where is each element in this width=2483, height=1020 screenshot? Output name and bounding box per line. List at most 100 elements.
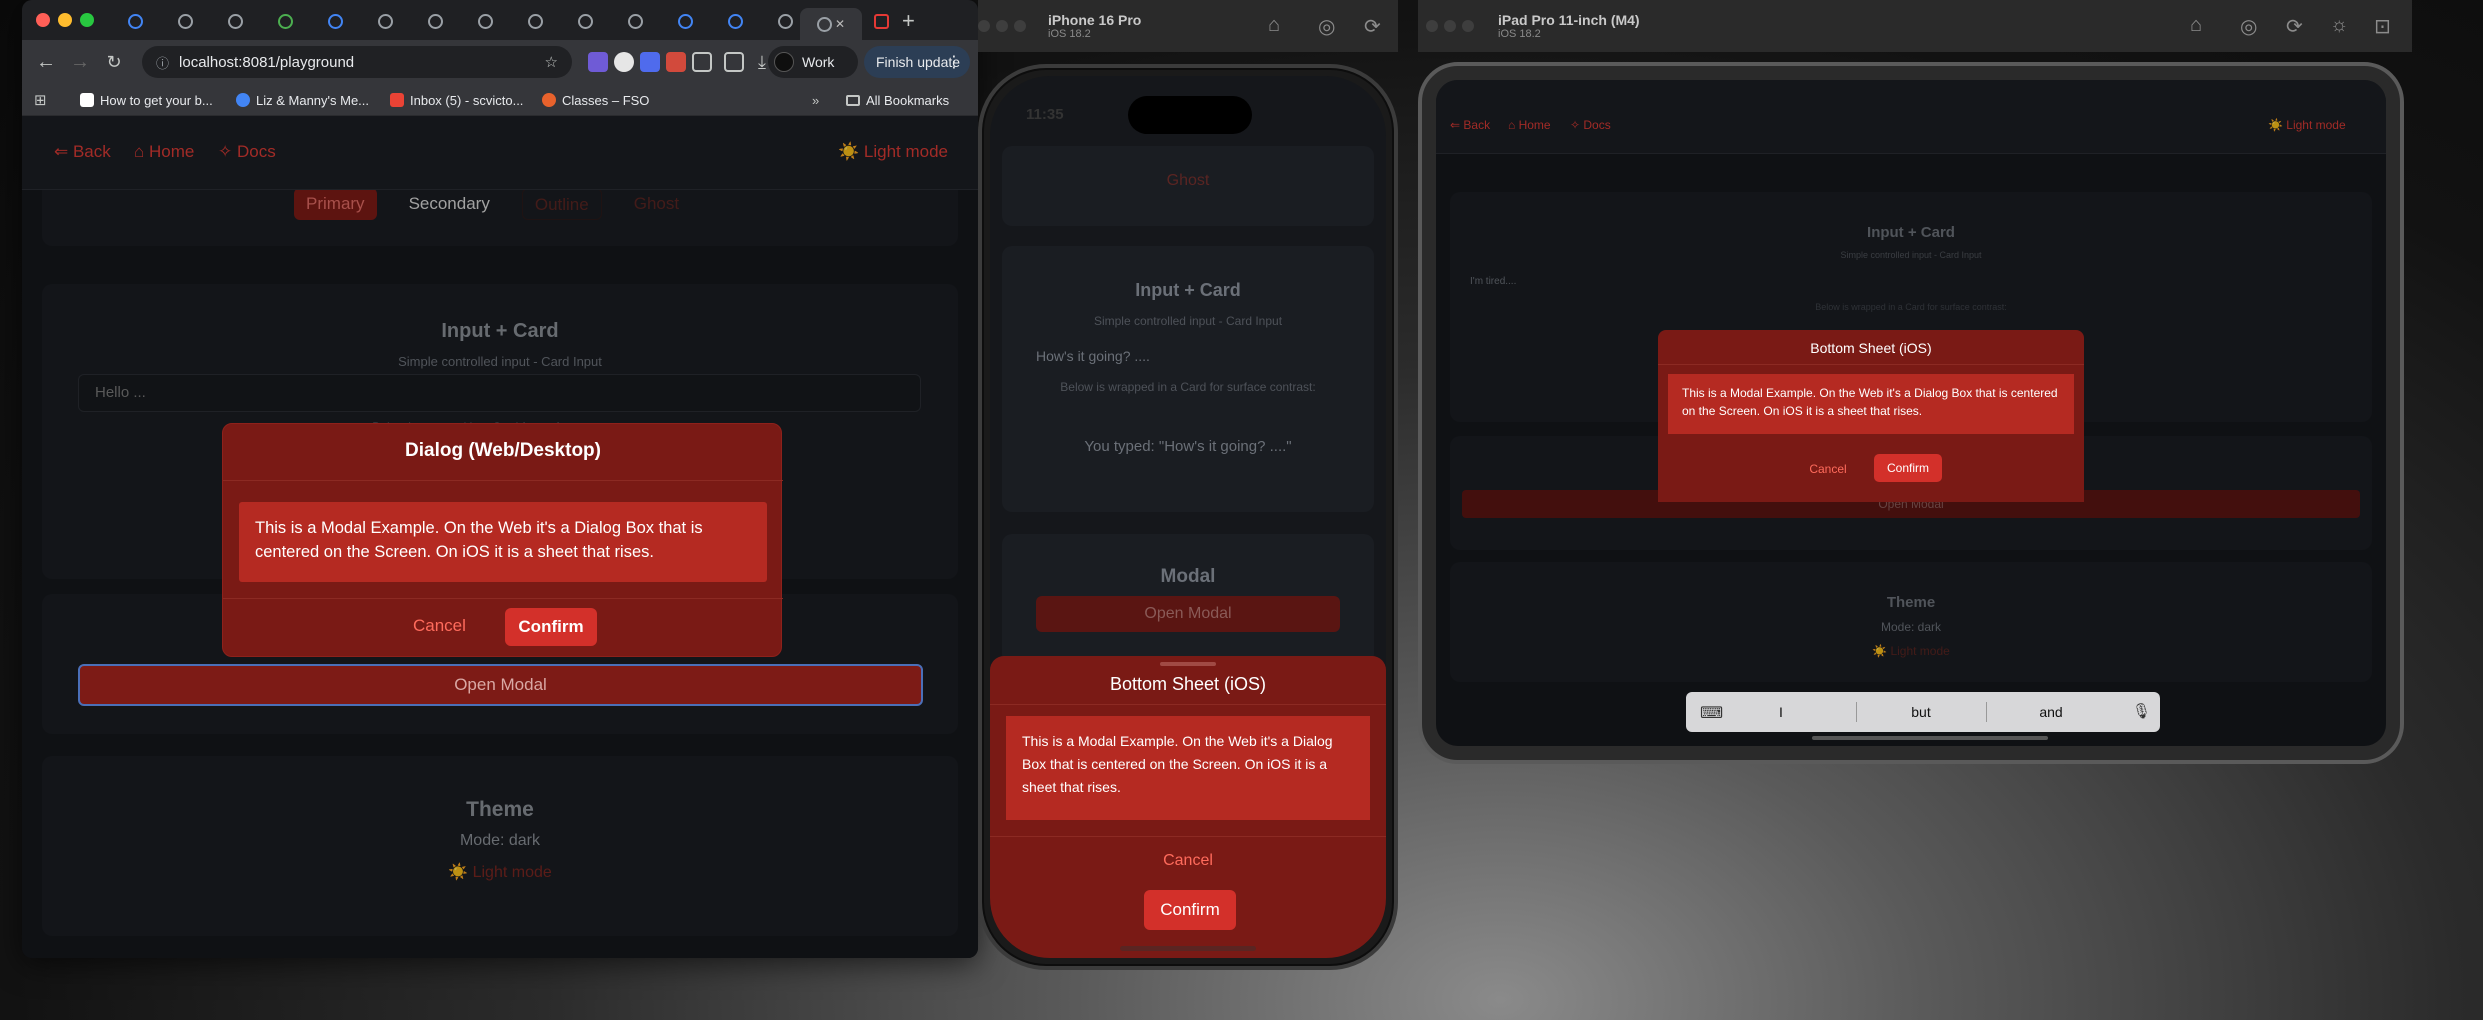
settings-icon[interactable]: ⊡	[2374, 14, 2391, 39]
profile-label: Work	[802, 54, 835, 70]
close-tab-icon[interactable]: ✕	[835, 17, 845, 31]
extensions-puzzle-icon[interactable]	[692, 52, 712, 72]
bookmark-star-icon[interactable]: ☆	[545, 53, 558, 71]
new-tab-button[interactable]: +	[902, 8, 915, 34]
browser-tab[interactable]	[464, 8, 506, 34]
browser-tab[interactable]	[414, 8, 456, 34]
minimize-window-button[interactable]	[996, 20, 1008, 32]
sheet-grabber[interactable]	[1160, 662, 1216, 666]
minimize-window-button[interactable]	[58, 13, 72, 27]
cancel-button[interactable]: Cancel	[1798, 462, 1858, 476]
open-modal-button[interactable]: Open Modal	[78, 664, 923, 706]
extension-icon[interactable]	[666, 52, 686, 72]
reload-icon[interactable]: ↻	[102, 50, 126, 74]
ipad-screen: ⇐ Back ⌂ Home ✧ Docs ☀️ Light mode Input…	[1436, 80, 2386, 746]
active-browser-tab[interactable]: ✕	[800, 8, 862, 40]
confirm-button[interactable]: Confirm	[1874, 454, 1942, 482]
browser-tab[interactable]	[564, 8, 606, 34]
suggestion-item[interactable]: I	[1736, 704, 1826, 720]
tab-search-icon[interactable]	[724, 52, 744, 72]
confirm-button[interactable]: Confirm	[505, 608, 597, 646]
web-app-viewport: Primary Secondary Outline Ghost ⇐ Back ⌂…	[22, 116, 978, 958]
forward-arrow-icon[interactable]: →	[68, 50, 92, 74]
iphone-sim-name: iPhone 16 Pro	[1048, 12, 1142, 28]
modal-title: Modal	[1160, 566, 1216, 587]
close-window-button[interactable]	[1426, 20, 1438, 32]
extension-icon[interactable]	[614, 52, 634, 72]
more-bookmarks-button[interactable]: »	[812, 90, 819, 110]
maximize-window-button[interactable]	[1462, 20, 1474, 32]
rotate-icon[interactable]: ⟳	[2286, 14, 2303, 39]
open-modal-button[interactable]: Open Modal	[1036, 596, 1340, 632]
divider	[1658, 364, 2084, 365]
cancel-button[interactable]: Cancel	[990, 852, 1386, 870]
suggestion-item[interactable]: but	[1876, 704, 1966, 720]
cancel-button[interactable]: Cancel	[413, 616, 466, 636]
bookmark-item[interactable]: Inbox (5) - scvicto...	[390, 90, 523, 110]
browser-tab[interactable]	[164, 8, 206, 34]
tab-favicon-icon	[627, 13, 643, 29]
close-window-button[interactable]	[36, 13, 50, 27]
browser-tab[interactable]	[214, 8, 256, 34]
youtube-icon	[873, 13, 889, 29]
browser-tab[interactable]	[714, 8, 756, 34]
folder-icon	[846, 94, 860, 106]
screenshot-icon[interactable]: ◎	[1318, 14, 1335, 39]
tab-favicon-icon	[816, 16, 832, 32]
browser-tab[interactable]	[664, 8, 706, 34]
apps-grid-icon[interactable]: ⊞	[34, 90, 47, 110]
dialog-title: Dialog (Web/Desktop)	[405, 440, 601, 461]
close-window-button[interactable]	[978, 20, 990, 32]
ipad-sim-os: iOS 18.2	[1498, 28, 1541, 40]
divider	[1856, 702, 1857, 722]
suggestion-item[interactable]: and	[2006, 704, 2096, 720]
extension-icon[interactable]	[640, 52, 660, 72]
bookmark-item[interactable]: Classes – FSO	[542, 90, 649, 110]
iphone-screen: 11:35 Ghost Input + Card Simple controll…	[990, 76, 1386, 958]
browser-tab[interactable]	[314, 8, 356, 34]
all-bookmarks-button[interactable]: All Bookmarks	[846, 90, 949, 110]
microphone-icon[interactable]: 🎙	[2132, 702, 2151, 720]
confirm-button[interactable]: Confirm	[1144, 890, 1236, 930]
home-icon[interactable]: ⌂	[1268, 14, 1280, 37]
ghost-button[interactable]: Ghost	[1002, 172, 1374, 190]
back-arrow-icon[interactable]: ←	[34, 50, 58, 74]
input-card-title: Input + Card	[1135, 280, 1241, 300]
menu-kebab-icon[interactable]: ⋮	[946, 52, 962, 72]
tab-favicon-icon	[777, 13, 793, 29]
dialog-body: This is a Modal Example. On the Web it's…	[239, 502, 767, 582]
maximize-window-button[interactable]	[1014, 20, 1026, 32]
address-bar[interactable]: ⓘ localhost:8081/playground ☆	[142, 46, 572, 78]
profile-button[interactable]: Work	[768, 46, 858, 78]
browser-toolbar: ← → ↻ ⓘ localhost:8081/playground ☆ ⤓ Wo…	[22, 40, 978, 84]
site-info-icon[interactable]: ⓘ	[156, 53, 169, 72]
ipad-device: ⇐ Back ⌂ Home ✧ Docs ☀️ Light mode Input…	[1418, 62, 2404, 764]
bookmark-favicon-icon	[80, 93, 94, 107]
tab-favicon-icon	[377, 13, 393, 29]
brightness-icon[interactable]: ☼	[2330, 14, 2348, 37]
browser-tab[interactable]	[860, 8, 902, 34]
rotate-icon[interactable]: ⟳	[1364, 14, 1381, 39]
browser-tab[interactable]	[364, 8, 406, 34]
bookmark-label: How to get your b...	[100, 92, 213, 108]
browser-tab[interactable]	[114, 8, 156, 34]
bookmark-favicon-icon	[542, 93, 556, 107]
keyboard-suggestion-bar: ⌨ I but and 🎙	[1686, 692, 2160, 732]
finish-update-button[interactable]: Finish update ⋮	[864, 46, 970, 78]
bookmark-item[interactable]: Liz & Manny's Me...	[236, 90, 369, 110]
browser-tab[interactable]	[514, 8, 556, 34]
extension-icon[interactable]	[588, 52, 608, 72]
tab-favicon-icon	[277, 13, 293, 29]
browser-tab[interactable]	[264, 8, 306, 34]
browser-tab[interactable]	[614, 8, 656, 34]
bookmark-item[interactable]: How to get your b...	[80, 90, 213, 110]
maximize-window-button[interactable]	[80, 13, 94, 27]
keyboard-icon[interactable]: ⌨	[1700, 703, 1723, 723]
minimize-window-button[interactable]	[1444, 20, 1456, 32]
bookmarks-bar: ⊞ How to get your b... Liz & Manny's Me.…	[22, 84, 978, 116]
text-input[interactable]: How's it going? ....	[1036, 348, 1150, 364]
tab-favicon-icon	[177, 13, 193, 29]
screenshot-icon[interactable]: ◎	[2240, 14, 2257, 39]
home-icon[interactable]: ⌂	[2190, 14, 2202, 37]
tab-favicon-icon	[427, 13, 443, 29]
